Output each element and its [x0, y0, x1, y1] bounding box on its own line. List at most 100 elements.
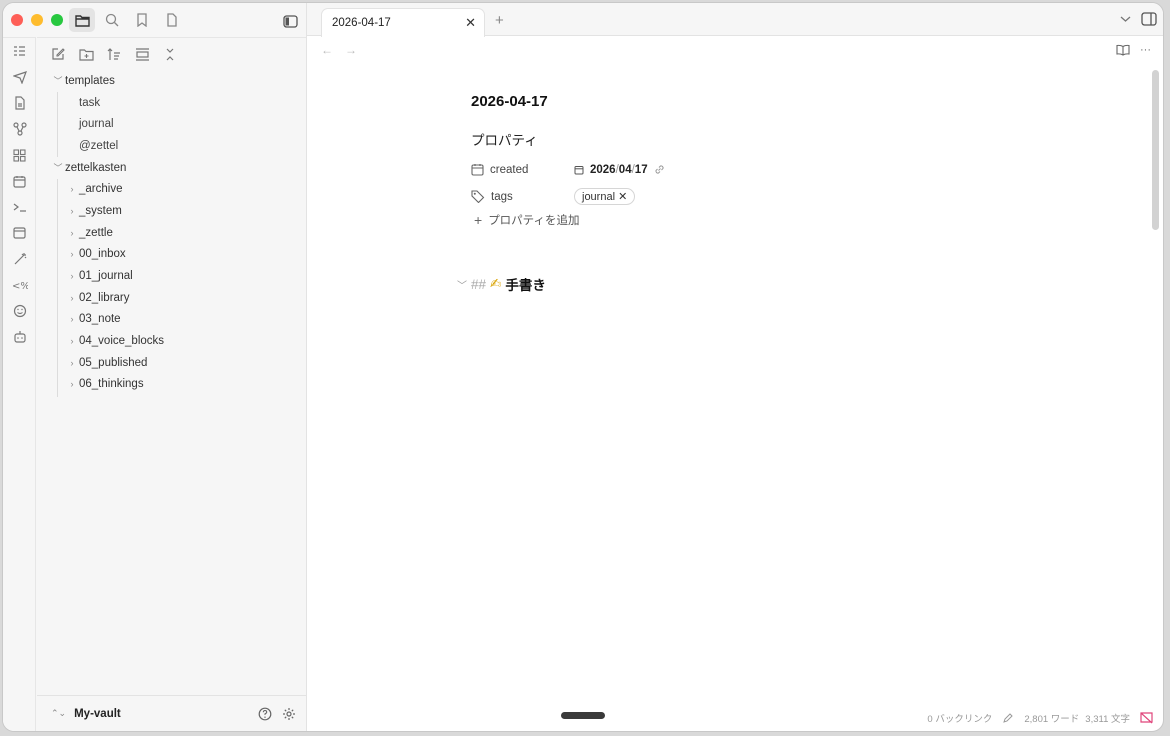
reading-view-button[interactable]: [1116, 44, 1130, 56]
tab-bar: 2026-04-17 ✕ +: [307, 3, 1163, 37]
folder-label: 03_note: [79, 313, 121, 326]
history-nav: ← →: [321, 43, 357, 57]
help-button[interactable]: [258, 707, 272, 721]
scrollbar[interactable]: [1152, 70, 1159, 230]
files-tab[interactable]: [69, 8, 95, 32]
backlinks-count[interactable]: 0 バックリンク: [927, 711, 992, 725]
edit-icon: [52, 48, 65, 60]
file-item[interactable]: journal: [37, 113, 306, 135]
minimize-window-button[interactable]: [31, 14, 43, 26]
subfolder-item[interactable]: › _archive: [37, 178, 306, 200]
remove-tag-icon[interactable]: ✕: [618, 191, 627, 203]
add-property-button[interactable]: + プロパティを追加: [471, 212, 1031, 228]
date-year: 2026: [590, 163, 616, 176]
chevron-right-icon: ›: [70, 205, 74, 216]
window-controls: [11, 14, 63, 26]
sidebar-right-icon: [1141, 12, 1157, 26]
chevron-right-icon: ›: [70, 314, 74, 325]
chevron-right-icon: ›: [70, 249, 74, 260]
page-tab[interactable]: [159, 8, 185, 32]
property-value-date[interactable]: 2026/04/17: [574, 164, 665, 176]
ribbon-bot-button[interactable]: [3, 324, 36, 350]
forward-arrow-icon[interactable]: →: [345, 43, 357, 57]
sidebar-view-tabs: [69, 8, 185, 32]
ribbon-outline-button[interactable]: [3, 38, 36, 64]
collapse-icon: [166, 48, 174, 60]
property-value-tags[interactable]: journal ✕: [574, 188, 636, 205]
auto-reveal-button[interactable]: [133, 45, 151, 63]
app-window: <% ﹀ templates task journal: [2, 2, 1164, 732]
subfolder-item[interactable]: › 01_journal: [37, 265, 306, 287]
subfolder-item[interactable]: › _zettle: [37, 222, 306, 244]
writing-hand-icon: ✍: [490, 276, 502, 291]
close-window-button[interactable]: [11, 14, 23, 26]
sort-button[interactable]: [105, 45, 123, 63]
fold-chevron-icon[interactable]: ﹀: [457, 277, 467, 292]
new-note-button[interactable]: [49, 45, 67, 63]
chevron-updown-icon: ⌃⌄: [51, 708, 67, 718]
folder-zettelkasten[interactable]: ﹀ zettelkasten: [37, 157, 306, 179]
folder-label: _archive: [79, 183, 123, 196]
subfolder-item[interactable]: › 05_published: [37, 352, 306, 374]
templater-icon: <%: [12, 281, 28, 291]
new-tab-button[interactable]: +: [495, 12, 504, 29]
subfolder-item[interactable]: › 06_thinkings: [37, 374, 306, 396]
smiley-icon: [13, 304, 26, 318]
ribbon-terminal-button[interactable]: [3, 194, 36, 220]
tab-list-button[interactable]: [1120, 15, 1131, 23]
file-item[interactable]: @zettel: [37, 135, 306, 157]
property-key[interactable]: created: [471, 163, 574, 176]
tab-active-note[interactable]: 2026-04-17 ✕: [321, 8, 485, 37]
property-key-label: tags: [491, 190, 513, 203]
heading-markup: ##: [471, 276, 487, 292]
subfolder-item[interactable]: › 03_note: [37, 309, 306, 331]
close-tab-icon[interactable]: ✕: [465, 15, 476, 31]
new-folder-button[interactable]: [77, 45, 95, 63]
tag-pill[interactable]: journal ✕: [574, 188, 636, 205]
book-open-icon: [1116, 44, 1130, 56]
ribbon-magic-button[interactable]: [3, 246, 36, 272]
gear-icon: [283, 707, 295, 720]
right-sidebar-toggle-button[interactable]: [1141, 12, 1157, 26]
note-title[interactable]: 2026-04-17: [471, 93, 1031, 110]
chevron-right-icon: ›: [70, 184, 74, 195]
sidebar-toggle-button[interactable]: [279, 10, 301, 32]
svg-text:<%: <%: [12, 281, 28, 291]
send-icon: [12, 70, 27, 84]
collapse-all-button[interactable]: [161, 45, 179, 63]
vault-switcher[interactable]: ⌃⌄ My-vault: [37, 695, 306, 731]
chevron-right-icon: ›: [70, 357, 74, 368]
property-key[interactable]: tags: [471, 190, 574, 203]
folder-label: zettelkasten: [65, 161, 127, 174]
file-item[interactable]: task: [37, 92, 306, 114]
folder-templates[interactable]: ﹀ templates: [37, 70, 306, 92]
sync-off-icon[interactable]: [1140, 712, 1153, 724]
chevron-down-icon: ﹀: [53, 76, 63, 87]
search-tab[interactable]: [99, 8, 125, 32]
ribbon-graph-button[interactable]: [3, 116, 36, 142]
ribbon-templater-button[interactable]: <%: [3, 272, 36, 298]
drag-handle[interactable]: [561, 712, 605, 719]
calendar-small-icon: [574, 165, 584, 174]
plus-icon: +: [474, 212, 483, 228]
heading-line[interactable]: ﹀ ## ✍ 手書き: [457, 274, 1031, 294]
ribbon-canvas-button[interactable]: [3, 142, 36, 168]
ribbon-smiley-button[interactable]: [3, 298, 36, 324]
vault-actions: [258, 707, 296, 721]
subfolder-item[interactable]: › 02_library: [37, 287, 306, 309]
back-arrow-icon[interactable]: ←: [321, 43, 333, 57]
chevron-right-icon: ›: [70, 336, 74, 347]
chevron-down-icon: [1120, 16, 1131, 22]
subfolder-item[interactable]: › _system: [37, 200, 306, 222]
settings-button[interactable]: [282, 707, 296, 721]
subfolder-item[interactable]: › 00_inbox: [37, 244, 306, 266]
zoom-window-button[interactable]: [51, 14, 63, 26]
more-options-button[interactable]: ···: [1140, 44, 1151, 56]
ribbon-template-button[interactable]: [3, 220, 36, 246]
ribbon-document-button[interactable]: [3, 90, 36, 116]
subfolder-item[interactable]: › 04_voice_blocks: [37, 330, 306, 352]
folder-plus-icon: [78, 48, 94, 61]
bookmarks-tab[interactable]: [129, 8, 155, 32]
ribbon-calendar-button[interactable]: [3, 168, 36, 194]
ribbon-send-button[interactable]: [3, 64, 36, 90]
